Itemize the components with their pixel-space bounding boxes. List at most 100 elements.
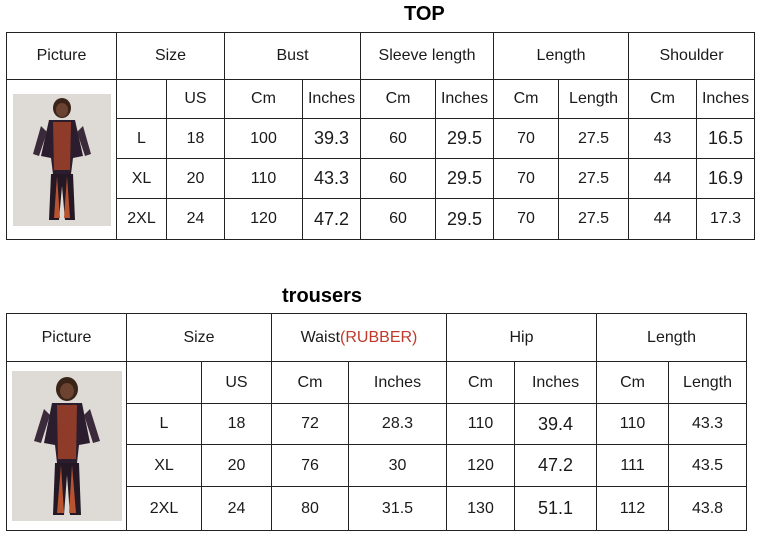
top-cell: 43 — [628, 118, 698, 159]
trousers-sub-us: US — [201, 361, 272, 404]
trousers-cell: 111 — [596, 444, 670, 487]
trousers-subheader-row: US Cm Inches Cm Inches Cm Length — [6, 361, 748, 531]
top-size-table: Picture Size Bust Sleeve length Length S… — [6, 32, 755, 240]
top-sub-bust-cm: Cm — [224, 79, 303, 119]
top-cell: 29.5 — [435, 118, 495, 159]
trousers-sub-length-length: Length — [668, 361, 748, 404]
trousers-cell: 80 — [271, 486, 349, 531]
top-cell: 100 — [224, 118, 303, 159]
top-cell: 20 — [166, 158, 225, 199]
top-row-xl: XL 20 110 43.3 60 29.5 70 27.5 44 16.9 — [7, 158, 755, 199]
top-sub-sleeve-inches: Inches — [435, 79, 495, 119]
trousers-cell: 30 — [348, 444, 447, 487]
top-cell: 70 — [493, 158, 560, 199]
top-row-2xl: 2XL 24 120 47.2 60 29.5 70 27.5 44 17.3 — [7, 198, 755, 240]
top-product-picture-cell — [6, 79, 117, 240]
trousers-cell: 112 — [596, 486, 670, 531]
trousers-cell: 72 — [271, 403, 349, 445]
trousers-cell: 43.5 — [668, 444, 748, 487]
top-header-bust: Bust — [223, 32, 362, 80]
top-cell: 29.5 — [435, 198, 495, 240]
trousers-cell: 51.1 — [513, 486, 598, 531]
top-sub-bust-inches: Inches — [301, 79, 362, 119]
trousers-cell: 31.5 — [348, 486, 447, 531]
top-cell: 39.3 — [301, 118, 362, 159]
trousers-cell: 76 — [271, 444, 349, 487]
trousers-sub-waist-inches: Inches — [348, 361, 447, 404]
top-row-l: L 18 100 39.3 60 29.5 70 27.5 43 16.5 — [7, 118, 755, 159]
trousers-sub-hip-cm: Cm — [446, 361, 515, 404]
trousers-cell: 24 — [201, 486, 272, 531]
trousers-header-size: Size — [126, 313, 272, 362]
top-sub-shoulder-cm: Cm — [628, 79, 698, 119]
top-header-length: Length — [493, 32, 630, 80]
trousers-title: trousers — [282, 285, 363, 307]
top-cell: 17.3 — [696, 198, 755, 240]
trousers-cell: 110 — [596, 403, 670, 445]
trousers-size-table: Picture Size Waist(RUBBER) Hip Length US… — [6, 313, 748, 531]
top-cell: 27.5 — [558, 158, 630, 199]
trousers-sub-length-cm: Cm — [596, 361, 670, 404]
top-header-row: Picture Size Bust Sleeve length Length S… — [6, 32, 755, 80]
trousers-cell: 110 — [446, 403, 515, 445]
waist-label: Waist — [300, 328, 341, 346]
top-cell: 60 — [360, 198, 437, 240]
top-header-sleeve: Sleeve length — [360, 32, 495, 80]
top-title: TOP — [404, 3, 445, 25]
trousers-cell: 39.4 — [513, 403, 598, 445]
trousers-sub-blank — [126, 361, 202, 404]
top-sub-us: US — [166, 79, 225, 119]
top-sub-shoulder-inches: Inches — [696, 79, 755, 119]
trousers-header-length: Length — [596, 313, 748, 362]
top-cell: 2XL — [116, 198, 167, 240]
top-cell: 29.5 — [435, 158, 495, 199]
top-cell: 70 — [493, 118, 560, 159]
trousers-sub-waist-cm: Cm — [271, 361, 349, 404]
top-cell: 60 — [360, 118, 437, 159]
top-product-photo — [12, 93, 111, 226]
trousers-cell: 28.3 — [348, 403, 447, 445]
trousers-product-picture-cell — [6, 361, 127, 531]
trousers-header-waist: Waist(RUBBER) — [271, 313, 447, 362]
top-header-shoulder: Shoulder — [628, 32, 755, 80]
trousers-header-row: Picture Size Waist(RUBBER) Hip Length — [6, 313, 748, 362]
trousers-sub-hip-inches: Inches — [513, 361, 598, 404]
top-cell: L — [116, 118, 167, 159]
trousers-cell: XL — [126, 444, 202, 487]
trousers-product-photo — [11, 371, 122, 521]
trousers-cell: 43.3 — [668, 403, 748, 445]
trousers-cell: 18 — [201, 403, 272, 445]
top-cell: 18 — [166, 118, 225, 159]
top-cell: XL — [116, 158, 167, 199]
top-cell: 44 — [628, 198, 698, 240]
top-cell: 47.2 — [301, 198, 362, 240]
trousers-cell: 20 — [201, 444, 272, 487]
top-sub-sleeve-cm: Cm — [360, 79, 437, 119]
top-header-picture: Picture — [6, 32, 117, 80]
trousers-cell: 120 — [446, 444, 515, 487]
top-cell: 16.5 — [696, 118, 755, 159]
trousers-cell: 43.8 — [668, 486, 748, 531]
trousers-header-picture: Picture — [6, 313, 127, 362]
top-cell: 43.3 — [301, 158, 362, 199]
top-cell: 24 — [166, 198, 225, 240]
trousers-header-hip: Hip — [445, 313, 598, 362]
top-cell: 27.5 — [558, 198, 630, 240]
top-cell: 120 — [224, 198, 303, 240]
waist-rubber-note: (RUBBER) — [340, 328, 418, 346]
trousers-cell: 47.2 — [513, 444, 598, 487]
top-cell: 110 — [224, 158, 303, 199]
top-sub-length-cm: Cm — [493, 79, 560, 119]
trousers-cell: L — [126, 403, 202, 445]
top-subheader-row: US Cm Inches Cm Inches Cm Length Cm Inch… — [6, 79, 755, 240]
top-cell: 44 — [628, 158, 698, 199]
top-cell: 70 — [493, 198, 560, 240]
trousers-cell: 130 — [446, 486, 515, 531]
top-sub-length-length: Length — [558, 79, 630, 119]
top-cell: 27.5 — [558, 118, 630, 159]
top-cell: 60 — [360, 158, 437, 199]
top-header-size: Size — [116, 32, 225, 80]
top-sub-blank — [116, 79, 167, 119]
trousers-cell: 2XL — [126, 486, 202, 531]
top-cell: 16.9 — [696, 158, 755, 199]
